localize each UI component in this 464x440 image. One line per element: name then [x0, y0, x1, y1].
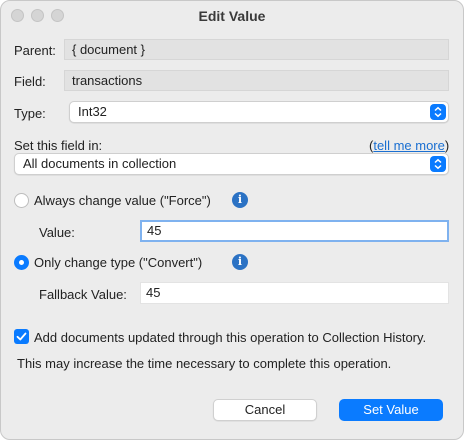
convert-radio[interactable]	[14, 255, 29, 270]
checkmark-icon	[16, 332, 27, 341]
chevron-updown-icon	[430, 156, 446, 172]
force-info-icon[interactable]: i	[232, 192, 248, 208]
history-checkbox[interactable]	[14, 329, 29, 344]
scope-select-value: All documents in collection	[23, 156, 177, 171]
convert-label[interactable]: Only change type ("Convert")	[34, 255, 202, 270]
tell-me-more-group: (tell me more)	[369, 138, 449, 153]
convert-info-icon[interactable]: i	[232, 254, 248, 270]
type-select-value: Int32	[78, 104, 107, 119]
set-value-button[interactable]: Set Value	[339, 399, 443, 421]
edit-value-dialog: Edit Value Parent: { document } Field: t…	[0, 0, 464, 440]
paren-close: )	[444, 138, 450, 153]
chevron-updown-icon	[430, 104, 446, 120]
field-label: Field:	[14, 74, 46, 89]
cancel-button[interactable]: Cancel	[213, 399, 317, 421]
scope-label: Set this field in:	[14, 138, 103, 153]
parent-field: { document }	[64, 39, 449, 60]
scope-select[interactable]: All documents in collection	[14, 153, 449, 175]
force-label[interactable]: Always change value ("Force")	[34, 193, 211, 208]
title-bar: Edit Value	[1, 1, 463, 31]
force-radio[interactable]	[14, 193, 29, 208]
value-label: Value:	[39, 225, 75, 240]
value-input[interactable]: 45	[140, 220, 449, 242]
type-label: Type:	[14, 106, 46, 121]
operation-note: This may increase the time necessary to …	[17, 356, 392, 371]
parent-label: Parent:	[14, 43, 56, 58]
field-name-field: transactions	[64, 70, 449, 91]
fallback-value-input[interactable]: 45	[140, 282, 449, 304]
fallback-value-label: Fallback Value:	[39, 287, 127, 302]
type-select[interactable]: Int32	[69, 101, 449, 123]
tell-me-more-link[interactable]: tell me more	[373, 138, 445, 153]
history-label[interactable]: Add documents updated through this opera…	[34, 330, 426, 345]
window-title: Edit Value	[198, 8, 266, 24]
